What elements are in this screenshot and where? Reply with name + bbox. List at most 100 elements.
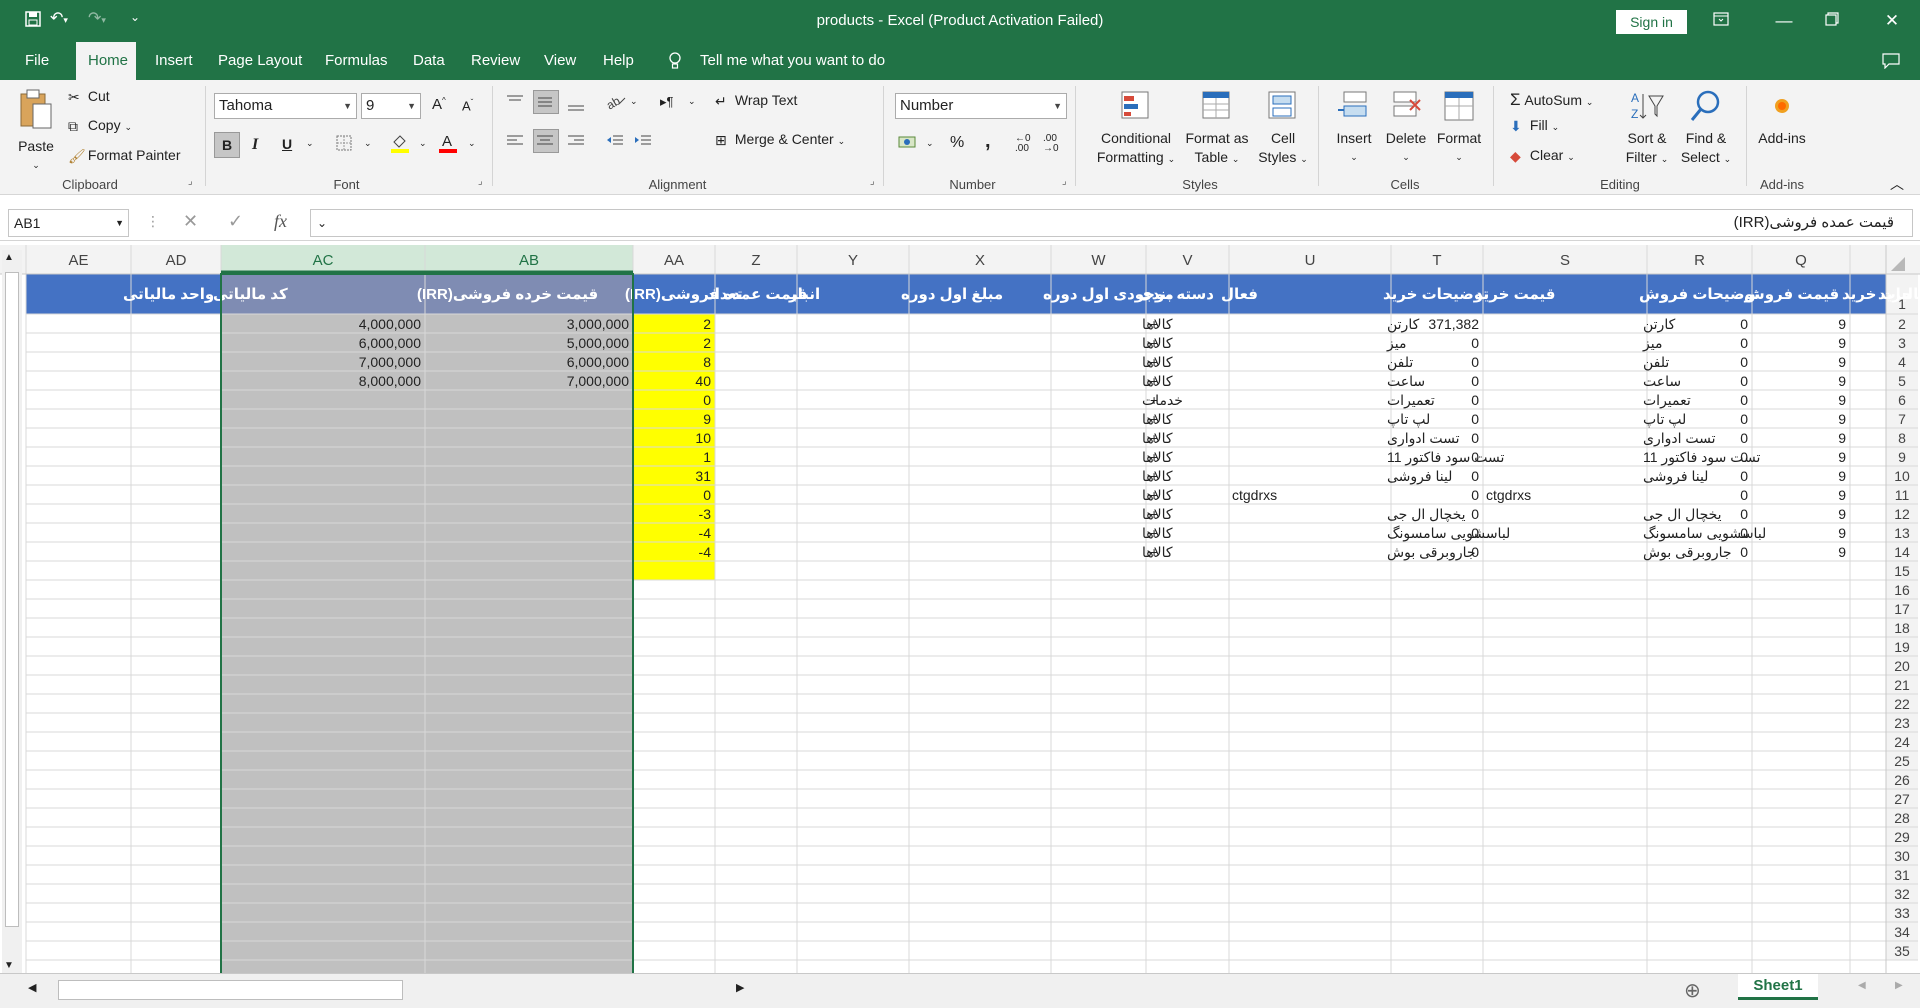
borders-icon[interactable] [335,134,353,155]
number-format-combo[interactable]: Number ▼ [895,93,1067,119]
confirm-entry-icon[interactable]: ✓ [228,211,243,232]
font-name-combo[interactable]: Tahoma ▼ [214,93,357,119]
format-painter-button[interactable]: 🖌 Format Painter [68,147,180,164]
expand-formula-icon[interactable]: ⌄ [317,210,327,236]
delete-cells-button[interactable]: Delete ⌄ [1380,88,1432,167]
tab-view[interactable]: View [544,42,576,80]
sort-filter-icon: AZ [1631,91,1664,121]
increase-font-icon[interactable]: A^ [432,96,446,113]
dialog-launcher-icon[interactable]: ⌟ [188,176,193,187]
tab-data[interactable]: Data [413,42,445,80]
cancel-entry-icon[interactable]: ✕ [183,211,198,232]
decrease-decimal-icon[interactable]: .00 →0 [1043,134,1059,154]
tab-help[interactable]: Help [603,42,634,80]
align-top-icon[interactable] [505,94,525,111]
worksheet[interactable]: AE AD AC AB AA Z Y X W V U T S R Q واحد مالیاتی کد مالیا… [0,245,1920,973]
addins-button[interactable]: Add-ins [1752,88,1812,148]
comma-style-button[interactable]: , [985,130,991,153]
align-middle-icon[interactable] [533,90,559,114]
name-box[interactable]: AB1 ▼ [8,209,129,237]
tab-home[interactable]: Home [76,42,136,80]
dialog-launcher-icon[interactable]: ⌟ [1062,176,1067,187]
cell-v: + [1150,468,1158,484]
cell-s: تست ادواری [1643,430,1716,447]
align-left-icon[interactable] [505,133,525,152]
horizontal-scroll-thumb[interactable] [58,980,403,1000]
cell-styles-icon [1268,91,1296,119]
minimize-button[interactable]: — [1764,8,1804,34]
chevron-down-icon[interactable]: ⌄ [419,138,427,149]
insert-function-button[interactable]: fx [274,211,287,232]
align-center-icon[interactable] [533,129,559,153]
row-header-13: 13 [1894,525,1910,541]
dialog-launcher-icon[interactable]: ⌟ [870,176,875,187]
italic-button[interactable]: I [252,136,258,154]
format-as-table-button[interactable]: Format as Table ⌄ [1180,88,1254,169]
chevron-down-icon[interactable]: ⌄ [630,96,638,107]
cell-t: 0 [1471,354,1479,370]
autosum-button[interactable]: Σ AutoSum ⌄ [1510,90,1593,110]
cell-styles-button[interactable]: Cell Styles ⌄ [1255,88,1311,169]
fill-color-icon[interactable] [390,132,410,157]
rtl-direction-icon[interactable]: ▸¶ [660,94,674,110]
align-bottom-icon[interactable] [566,100,586,117]
sheet-nav-next-icon[interactable]: ◀ [1858,980,1866,991]
underline-button[interactable]: U [282,136,292,152]
sheet-tab-sheet1[interactable]: Sheet1 [1738,974,1818,1000]
scroll-right-icon[interactable]: ▶ [736,981,744,994]
decrease-indent-icon[interactable] [605,133,625,152]
tab-page-layout[interactable]: Page Layout [218,42,302,80]
find-select-button[interactable]: Find & Select ⌄ [1677,88,1735,169]
vertical-scroll-thumb[interactable] [5,272,19,927]
scroll-left-icon[interactable]: ◀ [28,981,36,994]
scroll-down-icon[interactable]: ▼ [4,960,14,971]
paste-button[interactable]: Paste ⌄ [14,88,58,175]
format-cells-button[interactable]: Format ⌄ [1432,88,1486,167]
header-cell: تعداد [707,286,743,303]
fill-button[interactable]: ⬇ Fill ⌄ [1510,117,1559,134]
ribbon-display-icon[interactable] [1701,8,1741,34]
copy-button[interactable]: ⧉ Copy ⌄ [68,117,132,134]
sort-filter-button[interactable]: AZ Sort & Filter ⌄ [1617,88,1677,169]
tab-review[interactable]: Review [471,42,520,80]
clear-button[interactable]: ◆ Clear ⌄ [1510,147,1575,164]
sheet-grid[interactable]: AE AD AC AB AA Z Y X W V U T S R Q واحد مالیاتیکد مالیا… [0,245,1920,973]
font-color-icon[interactable]: A [438,132,458,157]
ribbon-tabs: File Home Insert Page Layout Formulas Da… [0,42,1920,80]
bold-button[interactable]: B [214,132,240,158]
tab-file[interactable]: File [25,42,49,80]
tab-insert[interactable]: Insert [155,42,193,80]
scroll-up-icon[interactable]: ▲ [4,252,14,263]
chevron-down-icon[interactable]: ⌄ [364,138,372,149]
orientation-icon[interactable]: ab [604,92,627,115]
decrease-font-icon[interactable]: Aˇ [462,98,473,113]
merge-center-button[interactable]: ⊞ Merge & Center ⌄ [715,131,845,148]
percent-style-button[interactable]: % [950,134,964,152]
dialog-launcher-icon[interactable]: ⌟ [478,176,483,187]
accounting-format-icon[interactable] [898,134,920,155]
cut-button[interactable]: ✂ Cut [68,88,110,105]
chevron-down-icon[interactable]: ⌄ [926,138,934,149]
restore-button[interactable] [1812,8,1852,34]
close-button[interactable]: ✕ [1872,8,1912,34]
vertical-scrollbar[interactable]: ▲ ▼ [2,250,22,975]
formula-bar-options-icon[interactable]: ⋮ [146,213,160,230]
increase-indent-icon[interactable] [633,133,653,152]
tab-formulas[interactable]: Formulas [325,42,388,80]
chevron-down-icon[interactable]: ⌄ [688,96,696,107]
sign-in-button[interactable]: Sign in [1616,10,1687,34]
chevron-down-icon[interactable]: ⌄ [306,138,314,149]
align-right-icon[interactable] [566,133,586,152]
insert-cells-button[interactable]: Insert ⌄ [1330,88,1378,167]
new-sheet-icon[interactable]: ⊕ [1684,978,1701,1003]
formula-input[interactable]: قیمت عمده فروشی(IRR) ⌄ [310,209,1913,237]
conditional-formatting-button[interactable]: Conditional Formatting ⌄ [1090,88,1182,169]
sheet-nav-prev-icon[interactable]: ▶ [1895,980,1903,991]
collapse-ribbon-icon[interactable]: ︿ [1890,174,1904,194]
wrap-text-button[interactable]: ↵ Wrap Text [715,92,797,109]
tell-me-search[interactable]: Tell me what you want to do [700,42,885,80]
font-size-combo[interactable]: 9 ▼ [361,93,421,119]
chevron-down-icon[interactable]: ⌄ [468,138,476,149]
increase-decimal-icon[interactable]: ←0.00 [1015,134,1031,154]
comments-icon[interactable] [1882,42,1900,80]
